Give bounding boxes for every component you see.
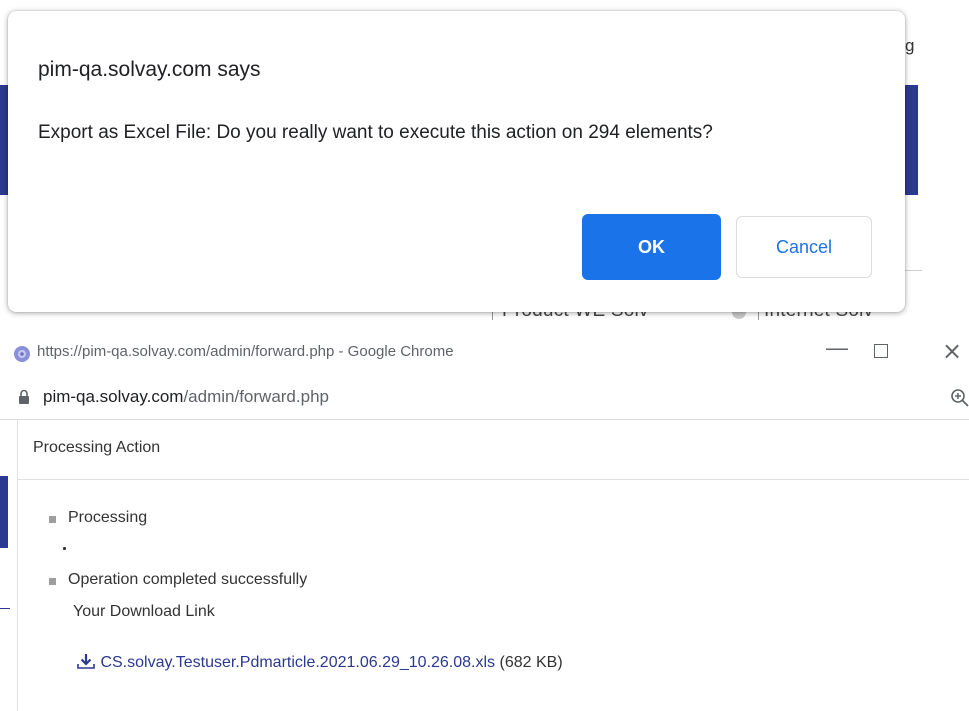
popup-content: Processing Action Processing Operation c…: [0, 420, 969, 711]
ok-button[interactable]: OK: [582, 214, 721, 280]
background-divider: [0, 608, 10, 609]
cancel-button[interactable]: Cancel: [736, 216, 872, 278]
download-size: (682 KB): [499, 654, 563, 671]
confirm-dialog: pim-qa.solvay.com says Export as Excel F…: [8, 11, 905, 312]
close-icon[interactable]: ×: [942, 337, 962, 365]
operation-status: Operation completed successfully: [68, 571, 308, 588]
url-path: /admin/forward.php: [183, 387, 329, 406]
processing-status: Processing: [68, 509, 148, 526]
dialog-title: pim-qa.solvay.com says: [38, 58, 261, 81]
bullet-icon: [49, 516, 56, 523]
address-bar[interactable]: pim-qa.solvay.com/admin/forward.php: [0, 378, 969, 420]
download-row: CS.solvay.Testuser.Pdmarticle.2021.06.29…: [76, 652, 563, 672]
download-link[interactable]: CS.solvay.Testuser.Pdmarticle.2021.06.29…: [100, 654, 495, 671]
background-header-strip: [904, 85, 918, 195]
dialog-message: Export as Excel File: Do you really want…: [38, 122, 713, 143]
background-sidebar-strip: [0, 476, 8, 548]
background-partial-text: g: [905, 36, 915, 55]
background-sidebar-strip: [0, 85, 8, 195]
progress-dot: [63, 547, 66, 550]
minimize-icon[interactable]: —: [826, 335, 848, 361]
processing-header-title: Processing Action: [33, 439, 161, 456]
download-label: Your Download Link: [73, 603, 215, 620]
url-text[interactable]: pim-qa.solvay.com/admin/forward.php: [43, 387, 329, 407]
lock-icon[interactable]: [18, 389, 30, 405]
popup-window: https://pim-qa.solvay.com/admin/forward.…: [0, 322, 969, 711]
maximize-icon[interactable]: [874, 344, 888, 358]
zoom-icon[interactable]: [950, 388, 969, 407]
processing-header: Processing Action: [17, 420, 969, 480]
background-divider: [904, 270, 922, 271]
window-title-bar[interactable]: https://pim-qa.solvay.com/admin/forward.…: [0, 322, 969, 378]
processing-body: Processing Operation completed successfu…: [17, 480, 969, 711]
download-icon[interactable]: [76, 652, 96, 670]
window-title: https://pim-qa.solvay.com/admin/forward.…: [37, 343, 454, 360]
globe-icon: [14, 346, 30, 362]
bullet-icon: [49, 578, 56, 585]
url-domain: pim-qa.solvay.com: [43, 387, 184, 406]
